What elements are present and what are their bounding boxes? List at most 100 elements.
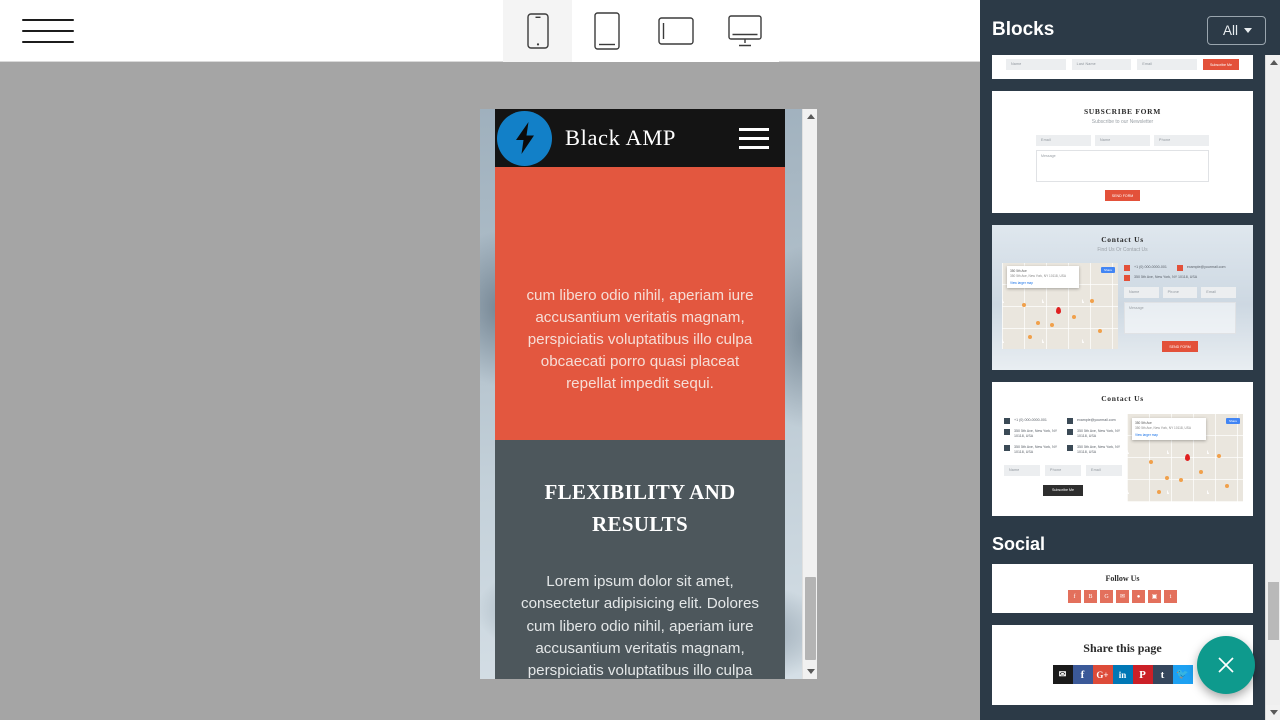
phone-preview-frame: Black AMP cum libero odio nihil, aperiam… xyxy=(480,109,817,679)
mini-map: 350 5th Ave 350 5th Ave, New York, NY 10… xyxy=(1127,414,1243,502)
phone-icon xyxy=(1004,418,1010,424)
mini-send-form-button: SEND FORM xyxy=(1104,190,1141,201)
sidebar-header: Blocks All xyxy=(980,0,1280,60)
mini-subscribe-button: Subscribe Me xyxy=(1043,484,1083,496)
sidebar-section-title-social: Social xyxy=(992,534,1046,554)
dribbble-icon[interactable]: ● xyxy=(1132,590,1145,603)
map-pin-icon xyxy=(1185,454,1190,461)
map-larger-link[interactable]: View larger map xyxy=(1010,281,1076,286)
mini-subheading: Subscribe to our Newsletter xyxy=(1091,119,1154,125)
mini-message-textarea: Message xyxy=(1124,302,1236,334)
mini-field-email: Email xyxy=(1201,287,1237,298)
location-pin-icon xyxy=(1067,429,1073,435)
chevron-down-icon xyxy=(1244,27,1252,33)
mini-field-phone: Phone xyxy=(1154,135,1209,146)
mini-heading: Contact Us xyxy=(1101,394,1144,403)
facebook-icon[interactable]: f xyxy=(1068,590,1081,603)
preview-scroll-up-icon[interactable] xyxy=(803,109,817,124)
share-pinterest-icon[interactable]: P xyxy=(1132,665,1153,684)
preview-section-red[interactable]: cum libero odio nihil, aperiam iure accu… xyxy=(495,167,785,440)
envelope-icon xyxy=(1176,265,1183,271)
follow-icon-row: f B G ✉ ● ▣ t xyxy=(992,590,1253,603)
mini-heading: Contact Us xyxy=(1101,235,1144,244)
twitter-icon[interactable]: t xyxy=(1164,590,1177,603)
follow-us-heading: Follow Us xyxy=(1105,574,1140,583)
sidebar-title: Blocks xyxy=(992,19,1055,40)
sidebar-scroll-thumb[interactable] xyxy=(1268,582,1279,640)
share-email-icon[interactable]: ✉ xyxy=(1052,665,1073,684)
location-pin-icon xyxy=(1004,429,1010,435)
block-filter-dropdown[interactable]: All xyxy=(1206,15,1266,45)
mini-field-email: Email xyxy=(1086,464,1122,476)
block-thumb-contact-details[interactable]: Contact Us +1 (0) 000-0000-001 example@y… xyxy=(992,382,1253,516)
instagram-icon[interactable]: ▣ xyxy=(1148,590,1161,603)
device-phone-button[interactable] xyxy=(503,0,572,62)
gray-section-body: Lorem ipsum dolor sit amet, consectetur … xyxy=(520,573,760,679)
device-tablet-landscape-button[interactable] xyxy=(641,0,710,62)
contact-address: 350 5th Ave, New York, NY 10118, USA xyxy=(1014,429,1058,439)
site-header: Black AMP xyxy=(495,109,785,167)
preview-scroll-down-icon[interactable] xyxy=(803,664,817,679)
block-thumb-inline-subscribe[interactable]: Name Last Name Email Subscribe Me xyxy=(992,55,1253,79)
sidebar-scrollbar[interactable] xyxy=(1265,55,1280,720)
site-brand-title: Black AMP xyxy=(565,125,677,150)
mini-subheading: Find Us Or Contact Us xyxy=(1097,247,1148,253)
location-pin-icon xyxy=(1067,444,1073,451)
map-larger-link[interactable]: View larger map xyxy=(1135,433,1203,438)
close-panel-button[interactable] xyxy=(1197,636,1255,694)
phone-icon xyxy=(1124,265,1130,271)
mini-message-textarea: Message xyxy=(1036,150,1209,182)
share-google-plus-icon[interactable]: G+ xyxy=(1092,665,1113,684)
site-menu-icon[interactable] xyxy=(739,127,769,149)
share-twitter-icon[interactable]: 🐦 xyxy=(1172,665,1193,684)
map-share-button[interactable]: Share xyxy=(1225,418,1240,424)
mini-map: 350 5th Ave 350 5th Ave, New York, NY 10… xyxy=(1002,263,1118,349)
contact-address: 350 5th Ave, New York, NY 10118, USA xyxy=(1077,444,1121,455)
gray-section-heading: FLEXIBILITY AND RESULTS xyxy=(544,480,736,536)
behance-icon[interactable]: B xyxy=(1084,590,1097,603)
envelope-icon xyxy=(1067,418,1073,424)
map-place-address: 350 5th Ave, New York, NY 10118, USA xyxy=(1135,425,1191,430)
contact-email: example@yourmail.com xyxy=(1077,418,1116,422)
block-thumb-subscribe-form[interactable]: SUBSCRIBE FORM Subscribe to our Newslett… xyxy=(992,91,1253,213)
envelope-icon[interactable]: ✉ xyxy=(1116,590,1129,603)
mini-field-lastname: Last Name xyxy=(1071,59,1132,70)
map-share-button[interactable]: Share xyxy=(1100,267,1115,273)
contact-address: 350 5th Ave, New York, NY 10118, USA xyxy=(1014,444,1058,455)
location-pin-icon xyxy=(1124,275,1130,281)
preview-canvas: Black AMP cum libero odio nihil, aperiam… xyxy=(0,62,980,720)
preview-section-gray[interactable]: FLEXIBILITY AND RESULTS Lorem ipsum dolo… xyxy=(495,440,785,679)
preview-scroll-thumb[interactable] xyxy=(805,577,816,660)
red-section-body: cum libero odio nihil, aperiam iure accu… xyxy=(526,287,754,392)
share-facebook-icon[interactable]: f xyxy=(1072,665,1093,684)
contact-address: 350 5th Ave, New York, NY 10118, USA xyxy=(1077,429,1121,439)
location-pin-icon xyxy=(1004,444,1010,451)
block-thumb-contact-map[interactable]: Contact Us Find Us Or Contact Us 350 5th… xyxy=(992,225,1253,370)
sidebar-block-list[interactable]: Name Last Name Email Subscribe Me SUBSCR… xyxy=(980,55,1265,720)
google-plus-icon[interactable]: G xyxy=(1100,590,1113,603)
mini-field-phone: Phone xyxy=(1045,464,1081,476)
mini-send-form-button: SEND FORM xyxy=(1162,341,1198,352)
block-filter-label: All xyxy=(1222,22,1238,38)
sidebar-scroll-up-icon[interactable] xyxy=(1266,55,1280,70)
share-tumblr-icon[interactable]: t xyxy=(1152,665,1173,684)
sidebar-scroll-down-icon[interactable] xyxy=(1266,705,1280,720)
device-tablet-portrait-button[interactable] xyxy=(572,0,641,62)
mini-field-name: Name xyxy=(1006,59,1066,70)
contact-address: 350 5th Ave, New York, NY 10118, USA xyxy=(1134,275,1198,279)
blocks-sidebar: Blocks All Name Last Name Email Subscrib… xyxy=(980,0,1280,720)
device-desktop-button[interactable] xyxy=(710,0,779,62)
amp-lightning-icon[interactable] xyxy=(497,110,552,166)
block-thumb-follow-us[interactable]: Follow Us f B G ✉ ● ▣ t xyxy=(992,564,1253,613)
top-toolbar xyxy=(0,0,980,62)
device-preview-switcher xyxy=(503,0,779,62)
share-linkedin-icon[interactable]: in xyxy=(1112,665,1133,684)
mini-field-email: Email xyxy=(1036,135,1091,146)
mini-heading: SUBSCRIBE FORM xyxy=(1083,107,1162,116)
mini-field-name: Name xyxy=(1095,135,1150,146)
mini-subscribe-button: Subscribe Me xyxy=(1203,59,1239,70)
main-menu-icon[interactable] xyxy=(22,14,74,48)
mini-field-name: Name xyxy=(1004,464,1040,476)
preview-scrollbar[interactable] xyxy=(802,109,817,679)
close-icon xyxy=(1218,657,1234,673)
